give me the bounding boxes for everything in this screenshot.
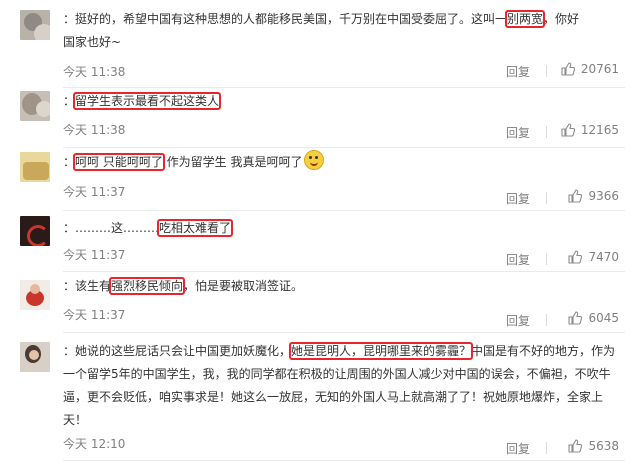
like-button[interactable]: 5638 [568,439,619,453]
highlighted-phrase: 呵呵 只能呵呵了 [73,153,165,171]
thumbs-up-icon [568,311,583,325]
divider [546,65,547,77]
divider [546,442,547,454]
highlighted-phrase: 强烈移民倾向 [109,277,186,295]
avatar[interactable] [20,216,50,246]
reply-button[interactable]: 回复 [506,312,530,329]
like-button[interactable]: 7470 [568,250,619,264]
like-button[interactable]: 12165 [561,123,619,137]
like-count: 20761 [580,62,619,76]
comment-text: ：………这………吃相太难看了 [63,217,625,240]
divider [546,192,547,204]
comment-time: 今天 11:38 [63,123,126,137]
comment-text: ：挺好的，希望中国有这种思想的人都能移民美国，千万别在中国受委屈了。这叫一别两宽… [63,8,625,54]
comment-text: ：她说的这些屁话只会让中国更加妖魔化，她是昆明人，昆明哪里来的雾霾？中国是有不好… [63,340,625,432]
divider [546,314,547,326]
comment-text-segment: ：她说的这些屁话只会让中国更加妖魔化， [63,344,292,358]
comment-time: 今天 11:37 [63,248,126,262]
thumbs-up-icon [568,250,583,264]
divider [546,126,547,138]
divider [63,460,625,461]
like-count: 5638 [588,439,619,453]
like-count: 7470 [588,250,619,264]
like-count: 9366 [588,189,619,203]
comment-text-segment: ：………这……… [63,221,160,235]
avatar[interactable] [20,280,50,310]
comment-time: 今天 11:37 [63,308,126,322]
comment-text: ：呵呵 只能呵呵了 作为留学生 我真是呵呵了 [63,150,625,174]
highlighted-phrase: 吃相太难看了 [157,219,234,237]
comment-text-segment: ，怕是要被取消签证。 [183,279,304,293]
reply-button[interactable]: 回复 [506,63,530,80]
comment-text-segment: ，你好 [543,12,580,26]
comment-text-segment: 作为留学生 我真是呵呵了 [162,155,303,169]
like-count: 6045 [588,311,619,325]
thumbs-up-icon [561,123,575,137]
like-button[interactable]: 9366 [568,189,619,203]
divider [63,210,625,211]
comment-text-segment: ：该生有 [63,279,112,293]
thumbs-up-icon [568,189,583,203]
like-button[interactable]: 20761 [561,62,619,76]
avatar[interactable] [20,342,50,372]
highlighted-phrase: 留学生表示最看不起这类人 [73,92,222,110]
comment-text-segment: ： [63,94,76,108]
reply-button[interactable]: 回复 [506,251,530,268]
like-button[interactable]: 6045 [568,311,619,325]
laughing-emoji-icon [304,150,325,170]
avatar[interactable] [20,91,50,121]
avatar[interactable] [20,152,50,182]
comment-text-segment: ：挺好的，希望中国有这种思想的人都能移民美国，千万别在中国受委屈了。这叫一 [63,12,508,26]
divider [63,147,625,148]
comment-text: ：留学生表示最看不起这类人 [63,90,625,113]
divider [63,271,625,272]
thumbs-up-icon [568,439,583,453]
highlighted-phrase: 她是昆明人，昆明哪里来的雾霾？ [289,342,474,360]
comment-time: 今天 11:38 [63,65,126,79]
reply-button[interactable]: 回复 [506,190,530,207]
like-count: 12165 [580,123,619,137]
avatar[interactable] [20,10,50,40]
divider [63,87,625,88]
comment-text: ：该生有强烈移民倾向，怕是要被取消签证。 [63,275,625,298]
comment-text-segment: 国家也好~ [63,35,122,49]
reply-button[interactable]: 回复 [506,440,530,457]
comment-time: 今天 12:10 [63,437,126,451]
thumbs-up-icon [561,62,575,76]
comment-text-segment: ： [63,155,76,169]
comment-time: 今天 11:37 [63,185,126,199]
highlighted-phrase: 别两宽 [505,10,546,28]
reply-button[interactable]: 回复 [506,124,530,141]
divider [546,253,547,265]
divider [63,332,625,333]
